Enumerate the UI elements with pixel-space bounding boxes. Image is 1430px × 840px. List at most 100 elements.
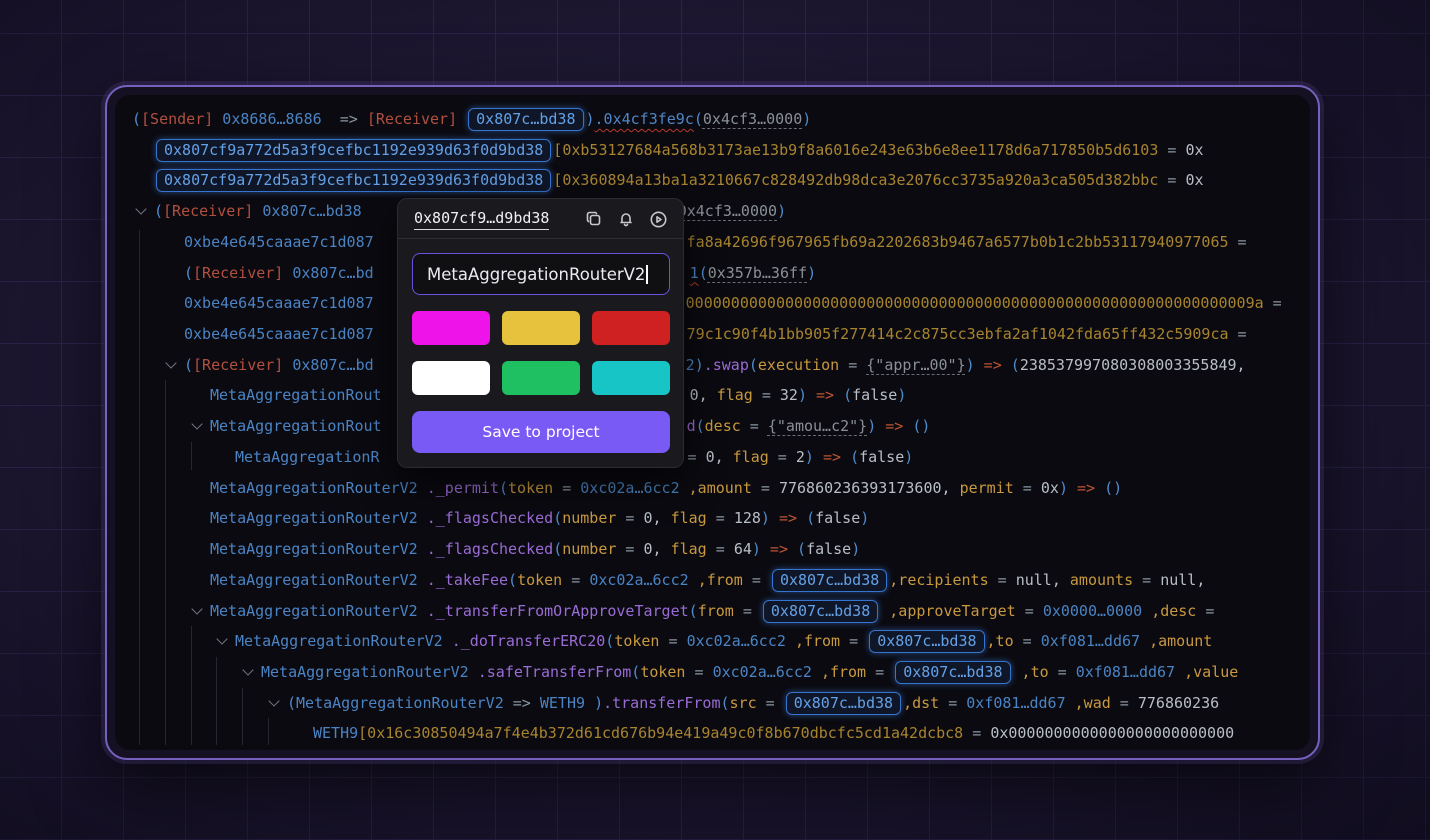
code-token: ( (843, 386, 852, 404)
code-token: flag (733, 448, 769, 466)
label-input-value: MetaAggregationRouterV2 (427, 265, 645, 284)
address-chip[interactable]: 0x807c…bd38 (786, 692, 901, 715)
trace-line[interactable]: MetaAggregationRout0, flag = 32) => (fal… (115, 380, 1310, 411)
copy-icon[interactable] (583, 208, 605, 230)
code-token: src (730, 694, 757, 712)
code-token: = (757, 694, 784, 712)
code-token: ) (860, 509, 869, 527)
trace-line[interactable]: MetaAggregationR= 0, flag = 2) => (false… (115, 442, 1310, 473)
swatch-magenta[interactable] (412, 311, 490, 345)
chevron-down-icon[interactable] (261, 688, 287, 719)
code-token: = (741, 417, 768, 435)
swatch-white[interactable] (412, 361, 490, 395)
code-token: => (1068, 479, 1104, 497)
trace-line[interactable]: MetaAggregationRouterV2 ._doTransferERC2… (115, 626, 1310, 657)
address-chip[interactable]: 0x807cf9a772d5a3f9cefbc1192e939d63f0d9bd… (156, 139, 551, 162)
chevron-down-icon[interactable] (158, 350, 184, 381)
collapsed-args[interactable]: 0x4cf3…0000 (703, 110, 802, 128)
address-chip[interactable]: 0x807c…bd38 (772, 569, 887, 592)
address-chip[interactable]: 0x807c…bd38 (763, 600, 878, 623)
collapsed-args[interactable]: {"amou…c2"} (768, 417, 867, 435)
code-token: ) (867, 417, 876, 435)
method-selector[interactable]: 1 (690, 264, 699, 282)
swatch-red[interactable] (592, 311, 670, 345)
chevron-down-icon[interactable] (235, 657, 261, 688)
code-token: ._takeFee (427, 571, 508, 589)
code-token: = (1264, 294, 1282, 312)
code-token: MetaAggregationRouterV2 (296, 694, 504, 712)
trace-line[interactable]: ([Sender] 0x8686…8686 => [Receiver] 0x80… (115, 104, 1310, 135)
code-token: from (698, 602, 734, 620)
trace-line[interactable]: 0x807cf9a772d5a3f9cefbc1192e939d63f0d9bd… (115, 165, 1310, 196)
trace-line[interactable]: MetaAggregationRouterV2 ._transferFromOr… (115, 596, 1310, 627)
chevron-down-icon[interactable] (128, 196, 154, 227)
code-token: ._flagsChecked (427, 540, 553, 558)
trace-line[interactable]: (MetaAggregationRouterV2 => WETH9 ).tran… (115, 688, 1310, 719)
code-token: ( (850, 448, 859, 466)
code-token: token (517, 571, 562, 589)
play-icon[interactable] (647, 208, 669, 230)
collapsed-args[interactable]: {"appr…00"} (866, 356, 965, 374)
trace-line[interactable]: 0x807cf9a772d5a3f9cefbc1192e939d63f0d9bd… (115, 135, 1310, 166)
trace-line[interactable]: MetaAggregationRouterV2 ._flagsChecked(n… (115, 534, 1310, 565)
trace-line[interactable]: MetaAggregationRouterV2 ._takeFee(token … (115, 565, 1310, 596)
code-token: ) (798, 386, 807, 404)
trace-line[interactable]: ([Receiver] 0x807c…bd1(0x357b…36ff) (115, 258, 1310, 289)
trace-line[interactable]: ([Receiver] 0x807c…bd380x4cf3…0000) (115, 196, 1310, 227)
code-token: WETH9 (313, 724, 358, 742)
chevron-down-icon[interactable] (184, 411, 210, 442)
swatch-yellow[interactable] (502, 311, 580, 345)
code-token: ,desc (1151, 602, 1196, 620)
bell-icon[interactable] (615, 208, 637, 230)
swatch-cyan[interactable] (592, 361, 670, 395)
code-token: 2 (686, 356, 695, 374)
collapsed-args[interactable]: 0x357b…36ff (708, 264, 807, 282)
method-selector[interactable]: .0x4cf3fe9c (595, 110, 694, 128)
trace-line[interactable]: WETH9[0x16c30850494a7f4e4b372d61cd676b94… (115, 718, 1310, 749)
code-token: = (769, 448, 796, 466)
code-token: ( (749, 356, 758, 374)
address-chip[interactable]: 0x807cf9a772d5a3f9cefbc1192e939d63f0d9bd… (156, 169, 551, 192)
trace-line[interactable]: MetaAggregationRouterV2 ._flagsChecked(n… (115, 503, 1310, 534)
save-to-project-button[interactable]: Save to project (412, 411, 670, 453)
chevron-down-icon[interactable] (209, 626, 235, 657)
trace-line[interactable]: 0xbe4e645caaae7c1d0870000000000000000000… (115, 288, 1310, 319)
code-token: 0xbe4e645caaae7c1d087 (184, 233, 374, 251)
trace-viewport[interactable]: ([Sender] 0x8686…8686 => [Receiver] 0x80… (115, 95, 1310, 750)
code-token: () (1104, 479, 1122, 497)
code-token: false (806, 540, 851, 558)
label-input[interactable]: MetaAggregationRouterV2 (412, 253, 670, 295)
code-token: [Receiver] (367, 110, 466, 128)
code-token: 0x807c…bd (283, 264, 373, 282)
collapsed-args[interactable]: 0x4cf3…0000 (678, 202, 777, 220)
address-chip[interactable]: 0x807c…bd38 (895, 661, 1010, 684)
trace-line[interactable]: 0xbe4e645caaae7c1d087fa8a42696f967965fb6… (115, 227, 1310, 258)
trace-line[interactable]: ([Receiver] 0x807c…bd2).swap(execution =… (115, 350, 1310, 381)
code-token: 0, (644, 540, 671, 558)
code-token: ,from (698, 571, 743, 589)
code-token: ,approveTarget (880, 602, 1015, 620)
code-token: ,from (821, 663, 866, 681)
address-chip[interactable]: 0x807c…bd38 (869, 630, 984, 653)
code-token: 0xc02a…6cc2 (713, 663, 821, 681)
code-token: = (1158, 141, 1185, 159)
code-token: = (1111, 694, 1138, 712)
code-token: ,value (1184, 663, 1238, 681)
code-token: = (752, 479, 779, 497)
code-token: 0x0000000000000000000000000 (990, 724, 1234, 742)
code-token: => (807, 386, 843, 404)
trace-line[interactable]: MetaAggregationRoutd(desc = {"amou…c2"})… (115, 411, 1310, 442)
chevron-down-icon[interactable] (184, 596, 210, 627)
code-token: 64 (734, 540, 752, 558)
swatch-green[interactable] (502, 361, 580, 395)
trace-line[interactable]: MetaAggregationRouterV2 .safeTransferFro… (115, 657, 1310, 688)
code-token: ( (797, 540, 806, 558)
address-chip[interactable]: 0x807c…bd38 (468, 108, 583, 131)
code-token: => (340, 110, 367, 128)
code-token: 238537997080308003355849, (1020, 356, 1246, 374)
code-token: 0xf081…dd67 (1041, 632, 1149, 650)
code-token: ,wad (1075, 694, 1111, 712)
trace-line[interactable]: 0xbe4e645caaae7c1d08779c1c90f4b1bb905f27… (115, 319, 1310, 350)
trace-line[interactable]: MetaAggregationRouterV2 ._permit(token =… (115, 473, 1310, 504)
popup-address[interactable]: 0x807cf9…d9bd38 (414, 209, 549, 230)
